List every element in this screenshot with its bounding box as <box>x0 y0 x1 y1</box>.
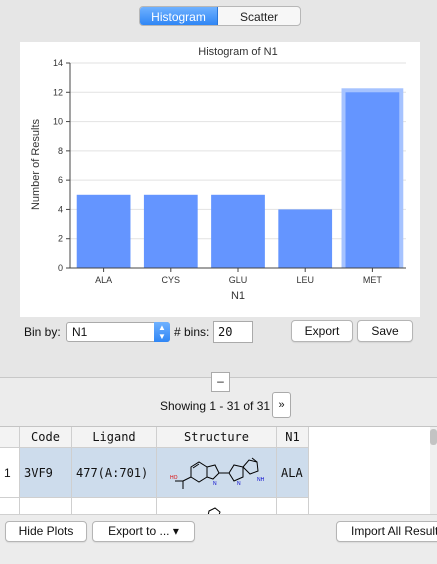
chevron-updown-icon: ▲ ▼ <box>154 322 170 342</box>
plot-panel: Histogram Scatter Plot Histogram of N1 0 2… <box>0 0 437 378</box>
x-tick-label: CYS <box>162 275 181 285</box>
row-number: 1 <box>0 448 20 498</box>
bin-by-value: N1 <box>72 325 88 339</box>
pagination-bar: Showing 1 - 31 of 31 <box>0 392 437 420</box>
tab-scatter-plot[interactable]: Scatter Plot <box>218 7 300 25</box>
y-tick-label: 14 <box>53 58 63 68</box>
y-tick-label: 12 <box>53 87 63 97</box>
cell-ligand[interactable]: 477(A:701) <box>72 448 157 498</box>
y-tick-label: 2 <box>58 234 63 244</box>
molecule-structure-image: HO N N NH <box>170 457 265 489</box>
cell-code-2[interactable] <box>20 498 72 514</box>
column-header-n1[interactable]: N1 <box>277 427 309 448</box>
histogram-chart: Histogram of N1 0 2 4 6 8 10 12 14 ALA CYS GLU LEU ME… <box>20 42 420 317</box>
y-tick-label: 8 <box>58 146 63 156</box>
scrollbar-thumb[interactable] <box>430 429 437 445</box>
cell-structure[interactable]: HO N N NH <box>157 448 277 498</box>
collapse-plots-button[interactable]: – <box>211 372 230 392</box>
import-all-results-button[interactable]: Import All Result <box>336 521 437 542</box>
x-tick-label: ALA <box>95 275 112 285</box>
cell-code[interactable]: 3VF9 <box>20 448 72 498</box>
x-axis-label: N1 <box>231 290 245 302</box>
bin-by-label: Bin by: <box>24 325 61 339</box>
next-page-button[interactable]: » <box>272 392 291 418</box>
x-tick-label: GLU <box>229 275 248 285</box>
bar-cys <box>143 194 198 268</box>
bin-by-select[interactable]: N1 ▲ ▼ <box>66 322 170 342</box>
bar-ala <box>76 194 131 268</box>
y-tick-label: 0 <box>58 263 63 273</box>
bar-leu <box>278 209 333 268</box>
svg-text:N: N <box>237 481 241 487</box>
column-header-code[interactable]: Code <box>20 427 72 448</box>
y-axis-label: Number of Results <box>30 118 42 210</box>
cell-n1[interactable]: ALA <box>277 448 309 498</box>
hide-plots-button[interactable]: Hide Plots <box>5 521 87 542</box>
bar-met <box>345 92 400 269</box>
bins-input[interactable]: 20 <box>213 321 253 343</box>
showing-count: Showing 1 - 31 of 31 <box>160 399 271 413</box>
bins-label: # bins: <box>174 325 210 339</box>
svg-text:N: N <box>213 481 217 487</box>
molecule-structure-image-2 <box>207 507 221 514</box>
y-tick-label: 10 <box>53 117 63 127</box>
chart-title: Histogram of N1 <box>198 46 277 58</box>
results-table: Code Ligand Structure N1 1 3VF9 477(A:70… <box>0 426 437 514</box>
table-scrollbar[interactable] <box>430 427 437 514</box>
cell-structure-2[interactable] <box>157 498 277 514</box>
export-button[interactable]: Export <box>291 320 353 342</box>
save-button[interactable]: Save <box>357 320 413 342</box>
bottom-toolbar: Hide Plots Export to ... ▾ Import All Re… <box>0 514 437 564</box>
histogram-svg: Histogram of N1 0 2 4 6 8 10 12 14 ALA CYS GLU LEU ME… <box>30 46 406 302</box>
plot-type-switch: Histogram Scatter Plot <box>139 6 301 26</box>
export-to-button[interactable]: Export to ... ▾ <box>92 521 195 542</box>
bar-glu <box>211 194 265 268</box>
plot-controls: Bin by: N1 ▲ ▼ # bins: 20 Export Save <box>0 320 437 346</box>
cell-n1-2[interactable] <box>277 498 309 514</box>
x-tick-label: MET <box>363 275 383 285</box>
svg-text:HO: HO <box>170 475 178 481</box>
row-number-header <box>0 427 20 448</box>
column-header-ligand[interactable]: Ligand <box>72 427 157 448</box>
y-tick-label: 4 <box>58 204 63 214</box>
tab-histogram[interactable]: Histogram <box>140 7 218 25</box>
row-number-2 <box>0 498 20 514</box>
column-header-structure[interactable]: Structure <box>157 427 277 448</box>
svg-text:NH: NH <box>257 477 265 483</box>
cell-ligand-2[interactable] <box>72 498 157 514</box>
x-tick-label: LEU <box>296 275 314 285</box>
y-tick-label: 6 <box>58 175 63 185</box>
